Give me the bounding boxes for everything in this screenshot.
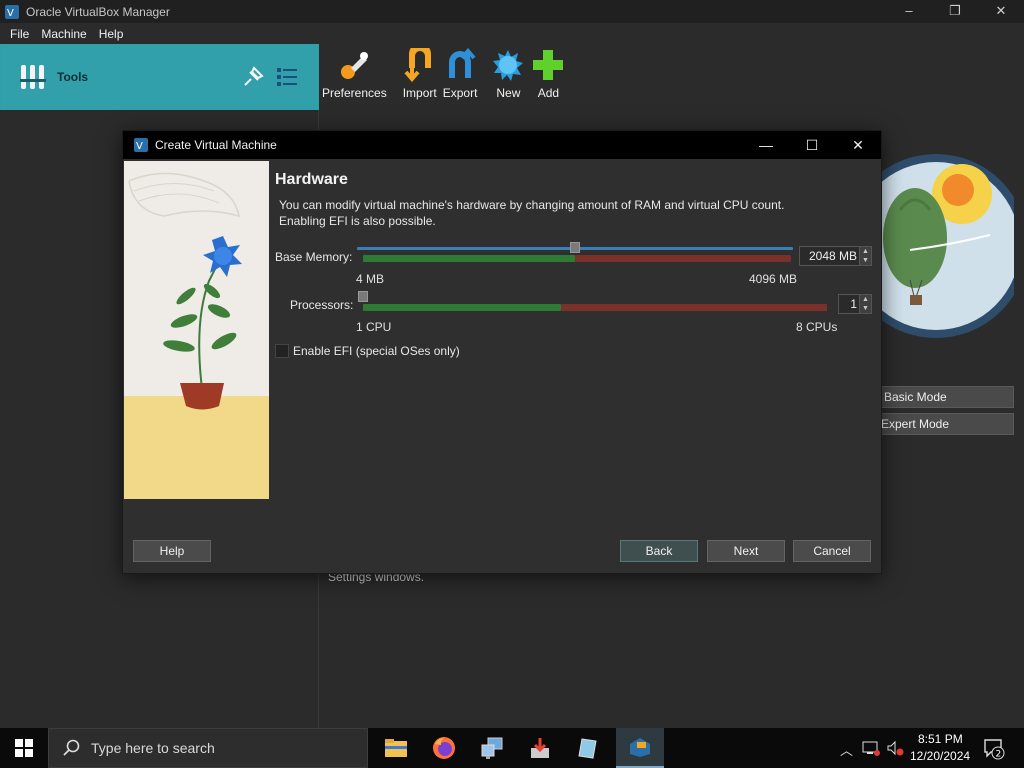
cpu-slider-green-zone bbox=[363, 304, 561, 311]
section-description: You can modify virtual machine's hardwar… bbox=[279, 198, 785, 228]
dialog-title-bar: V Create Virtual Machine — ☐ ✕ bbox=[123, 131, 881, 159]
tools-label: Tools bbox=[57, 70, 89, 84]
cpu-spin-arrows[interactable]: ▲ ▼ bbox=[859, 295, 871, 313]
cpu-min-label: 1 CPU bbox=[356, 320, 392, 334]
virtualbox-icon bbox=[630, 738, 650, 757]
firefox-taskbar-button[interactable] bbox=[420, 728, 468, 768]
taskbar: Type here to search ︿ 8:51 PM 12/20/2024… bbox=[0, 728, 1024, 768]
taskbar-search-box[interactable]: Type here to search bbox=[48, 728, 368, 768]
folder-icon bbox=[385, 739, 407, 757]
dialog-maximize-button[interactable]: ☐ bbox=[789, 131, 835, 159]
processors-label: Processors: bbox=[290, 298, 354, 312]
pin-icon[interactable] bbox=[241, 65, 265, 89]
menu-bar: File Machine Help bbox=[0, 23, 1024, 44]
flower-illustration bbox=[124, 161, 269, 499]
main-toolbar: Preferences Import Export New Add bbox=[322, 48, 571, 108]
cpu-slider-handle[interactable] bbox=[358, 291, 368, 302]
section-title: Hardware bbox=[275, 171, 348, 188]
preferences-icon bbox=[341, 52, 369, 79]
tools-item[interactable]: Tools bbox=[0, 44, 319, 110]
cpu-slider-red-zone bbox=[561, 304, 827, 311]
export-label: Export bbox=[442, 86, 478, 100]
add-button[interactable]: Add bbox=[531, 48, 565, 108]
import-button[interactable]: Import bbox=[403, 48, 437, 108]
help-button[interactable]: Help bbox=[133, 540, 211, 562]
svg-text:V: V bbox=[7, 8, 14, 19]
enable-efi-checkbox[interactable] bbox=[275, 344, 289, 358]
back-button[interactable]: Back bbox=[620, 540, 698, 562]
start-button[interactable] bbox=[0, 728, 48, 768]
installer-taskbar-button[interactable] bbox=[516, 728, 564, 768]
network-app-taskbar-button[interactable] bbox=[468, 728, 516, 768]
preferences-button[interactable]: Preferences bbox=[322, 48, 387, 108]
dialog-button-row: Help Back Next Cancel bbox=[123, 511, 881, 573]
export-button[interactable]: Export bbox=[442, 48, 478, 108]
firefox-icon bbox=[433, 737, 455, 759]
memory-spin-arrows[interactable]: ▲ ▼ bbox=[859, 247, 871, 265]
clock-time[interactable]: 8:51 PM bbox=[918, 732, 963, 746]
notification-center-icon[interactable]: 2 bbox=[983, 738, 1007, 760]
menu-help[interactable]: Help bbox=[99, 27, 124, 41]
search-placeholder: Type here to search bbox=[91, 740, 215, 756]
dialog-minimize-button[interactable]: — bbox=[743, 131, 789, 159]
close-button[interactable]: ✕ bbox=[978, 0, 1024, 23]
dialog-close-button[interactable]: ✕ bbox=[835, 131, 881, 159]
search-icon bbox=[63, 739, 80, 756]
clock-date[interactable]: 12/20/2024 bbox=[910, 749, 970, 763]
import-label: Import bbox=[402, 86, 437, 100]
windows-logo-icon bbox=[15, 739, 33, 757]
notification-count: 2 bbox=[996, 750, 1002, 760]
cancel-button[interactable]: Cancel bbox=[793, 540, 871, 562]
basic-mode-button[interactable]: Basic Mode bbox=[876, 386, 1014, 408]
create-vm-dialog: V Create Virtual Machine — ☐ ✕ Hardware … bbox=[122, 130, 882, 574]
enable-efi-label[interactable]: Enable EFI (special OSes only) bbox=[293, 344, 460, 358]
menu-file[interactable]: File bbox=[10, 27, 29, 41]
preferences-label: Preferences bbox=[322, 86, 387, 100]
memory-min-label: 4 MB bbox=[356, 272, 385, 286]
new-icon bbox=[493, 50, 524, 81]
memory-max-label: 4096 MB bbox=[749, 272, 798, 286]
memory-slider-green-zone bbox=[363, 255, 575, 262]
import-icon bbox=[404, 48, 431, 82]
memory-spinbox[interactable]: 2048 MB ▲ ▼ bbox=[799, 246, 872, 266]
memory-slider-red-zone bbox=[575, 255, 791, 262]
network-icon[interactable] bbox=[862, 740, 880, 756]
base-memory-label: Base Memory: bbox=[275, 250, 353, 264]
show-hidden-icons-chevron-icon[interactable]: ︿ bbox=[840, 740, 853, 759]
restore-button[interactable]: ❐ bbox=[932, 0, 978, 23]
virtualbox-icon: V bbox=[5, 4, 19, 19]
cpu-value: 1 bbox=[850, 297, 857, 311]
installer-icon bbox=[531, 738, 549, 758]
add-icon bbox=[533, 50, 564, 80]
file-explorer-taskbar-button[interactable] bbox=[372, 728, 420, 768]
volume-muted-icon[interactable] bbox=[886, 740, 904, 756]
tools-icon bbox=[20, 65, 46, 89]
window-title: Oracle VirtualBox Manager bbox=[26, 4, 170, 19]
virtualbox-icon: V bbox=[134, 138, 148, 152]
notepad-icon bbox=[578, 738, 597, 759]
memory-value: 2048 MB bbox=[808, 249, 857, 263]
minimize-button[interactable]: – bbox=[886, 0, 932, 23]
svg-text:V: V bbox=[136, 141, 143, 152]
expert-mode-button[interactable]: Expert Mode bbox=[876, 413, 1014, 435]
dialog-title: Create Virtual Machine bbox=[155, 138, 277, 152]
virtualbox-taskbar-button[interactable] bbox=[616, 728, 664, 768]
memory-slider-handle[interactable] bbox=[570, 242, 580, 253]
new-label: New bbox=[496, 86, 521, 100]
menu-machine[interactable]: Machine bbox=[41, 27, 86, 41]
title-bar: V Oracle VirtualBox Manager – ❐ ✕ bbox=[0, 0, 1024, 23]
next-button[interactable]: Next bbox=[707, 540, 785, 562]
balloon-illustration bbox=[870, 154, 1014, 338]
network-computer-icon bbox=[481, 737, 503, 759]
cpu-spinbox[interactable]: 1 ▲ ▼ bbox=[838, 294, 872, 314]
new-button[interactable]: New bbox=[491, 48, 525, 108]
notepad-taskbar-button[interactable] bbox=[564, 728, 612, 768]
export-icon bbox=[449, 48, 476, 78]
cpu-max-label: 8 CPUs bbox=[796, 320, 838, 334]
list-menu-icon[interactable] bbox=[275, 65, 299, 89]
add-label: Add bbox=[537, 86, 560, 100]
